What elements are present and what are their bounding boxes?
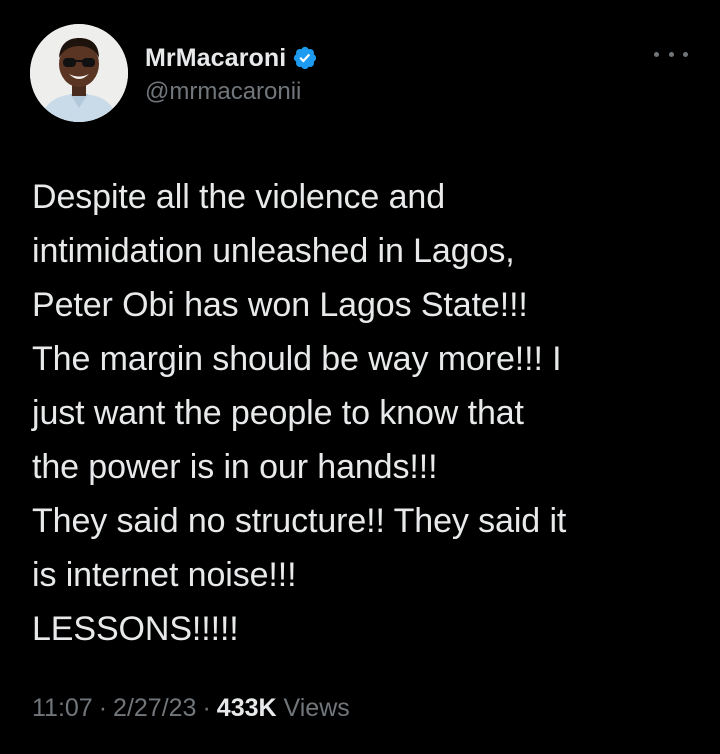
tweet-text-line: They said no structure!! They said it <box>32 502 567 540</box>
tweet-text-line: The margin should be way more!!! I <box>32 340 562 378</box>
display-name[interactable]: MrMacaroni <box>145 44 286 73</box>
tweet-text-line: Peter Obi has won Lagos State!!! <box>32 286 528 324</box>
tweet-text: Despite all the violence and intimidatio… <box>32 170 692 656</box>
more-dot <box>683 51 688 57</box>
tweet-date[interactable]: 2/27/23 <box>113 694 196 722</box>
verified-badge-icon[interactable] <box>292 45 318 71</box>
tweet-text-line: the power is in our hands!!! <box>32 448 438 486</box>
tweet-header: MrMacaroni @mrmacaronii <box>30 24 690 124</box>
avatar[interactable] <box>30 24 128 122</box>
meta-separator: · <box>202 694 211 722</box>
display-name-row: MrMacaroni <box>145 42 318 74</box>
views-count[interactable]: 433K <box>217 694 277 722</box>
more-dot <box>668 51 674 57</box>
more-dot <box>654 51 659 57</box>
tweet-text-line: Despite all the violence and <box>32 178 446 216</box>
author-block[interactable]: MrMacaroni @mrmacaronii <box>145 42 318 106</box>
meta-separator: · <box>98 694 108 722</box>
author-handle[interactable]: @mrmacaronii <box>145 78 318 106</box>
more-options-icon[interactable] <box>654 46 688 62</box>
tweet-text-line: LESSONS!!!!! <box>32 610 239 648</box>
tweet-text-line: is internet noise!!! <box>32 556 297 594</box>
tweet-text-line: intimidation unleashed in Lagos, <box>32 232 515 270</box>
tweet-card: MrMacaroni @mrmacaronii Despite all the … <box>0 0 720 754</box>
views-label[interactable]: Views <box>284 694 350 722</box>
profile-photo-icon <box>30 24 128 122</box>
tweet-meta: 11:07 · 2/27/23 · 433K Views <box>32 694 350 723</box>
tweet-text-line: just want the people to know that <box>32 394 524 432</box>
tweet-time[interactable]: 11:07 <box>32 694 93 722</box>
